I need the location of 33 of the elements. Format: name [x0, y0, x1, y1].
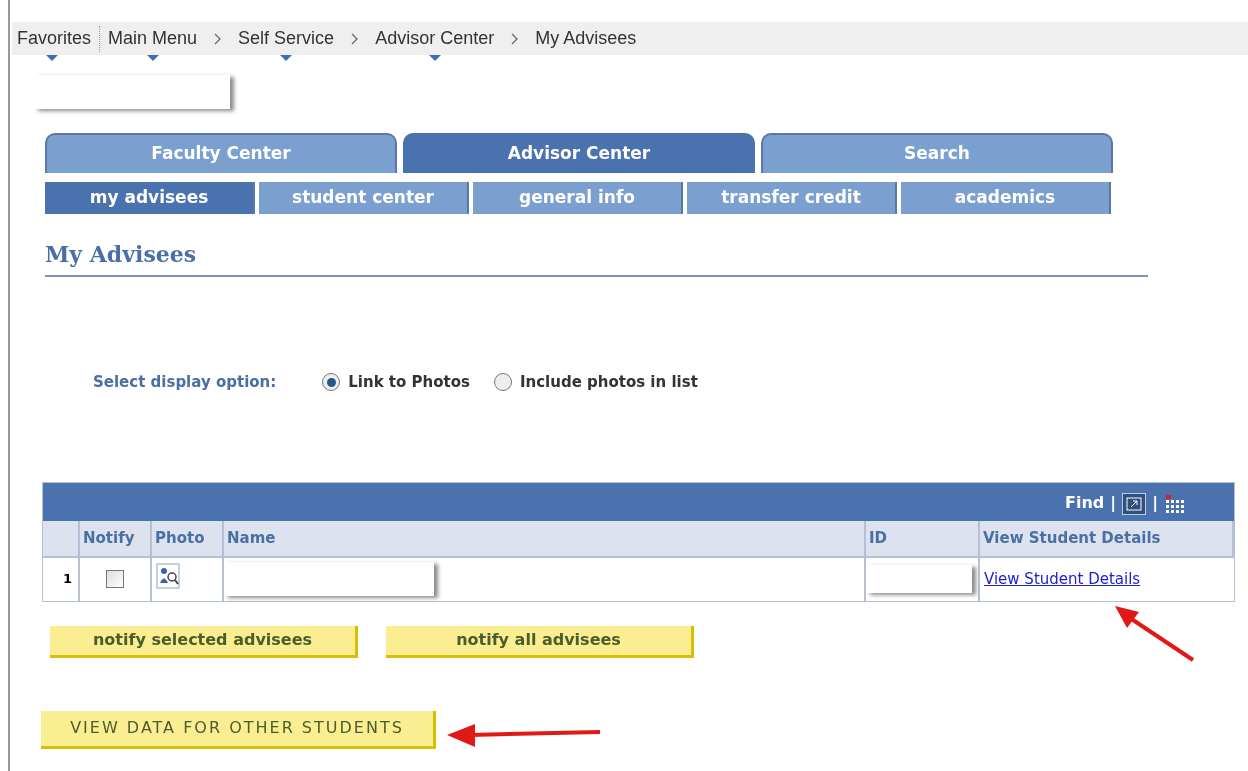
checkbox[interactable] — [106, 570, 124, 588]
column-header: ID — [865, 520, 979, 557]
chevron-icon — [213, 32, 223, 45]
separator: | — [1110, 491, 1117, 514]
breadcrumb-link[interactable]: Main Menu — [108, 25, 198, 52]
view-other-students-button[interactable]: VIEW DATA FOR OTHER STUDENTS — [41, 710, 436, 749]
field-label: Select display option: — [93, 372, 277, 393]
person-search-icon[interactable] — [156, 562, 180, 589]
breadcrumb-link[interactable]: My Advisees — [535, 25, 637, 52]
column-header: View Student Details — [979, 520, 1233, 557]
view-details-link[interactable]: View Student Details — [984, 569, 1141, 588]
row-number: 1 — [43, 556, 79, 601]
breadcrumb-link[interactable]: Advisor Center — [375, 25, 495, 52]
chevron-icon — [510, 32, 520, 45]
new-window-icon[interactable] — [1122, 492, 1147, 515]
grid-download-icon[interactable] — [1164, 494, 1186, 515]
chevron-icon — [350, 32, 360, 45]
radio-label: Include photos in list — [519, 372, 698, 393]
radio-label: Link to Photos — [348, 372, 470, 393]
subtab[interactable]: my advisees — [45, 182, 255, 214]
notify-button[interactable]: notify all advisees — [386, 625, 694, 658]
page-heading: My Advisees — [45, 241, 197, 267]
radio-button[interactable] — [322, 373, 341, 392]
radio-button[interactable] — [493, 373, 512, 392]
column-header: Name — [223, 520, 865, 557]
column-header: Notify — [79, 520, 151, 557]
breadcrumb-link[interactable]: Favorites — [12, 25, 92, 52]
separator: | — [1152, 491, 1158, 514]
tab[interactable]: Advisor Center — [403, 133, 755, 173]
find-link[interactable]: Find — [1065, 490, 1105, 515]
breadcrumb-link[interactable]: Self Service — [238, 25, 335, 52]
notify-button[interactable]: notify selected advisees — [50, 625, 358, 658]
column-header: Photo — [151, 520, 223, 557]
